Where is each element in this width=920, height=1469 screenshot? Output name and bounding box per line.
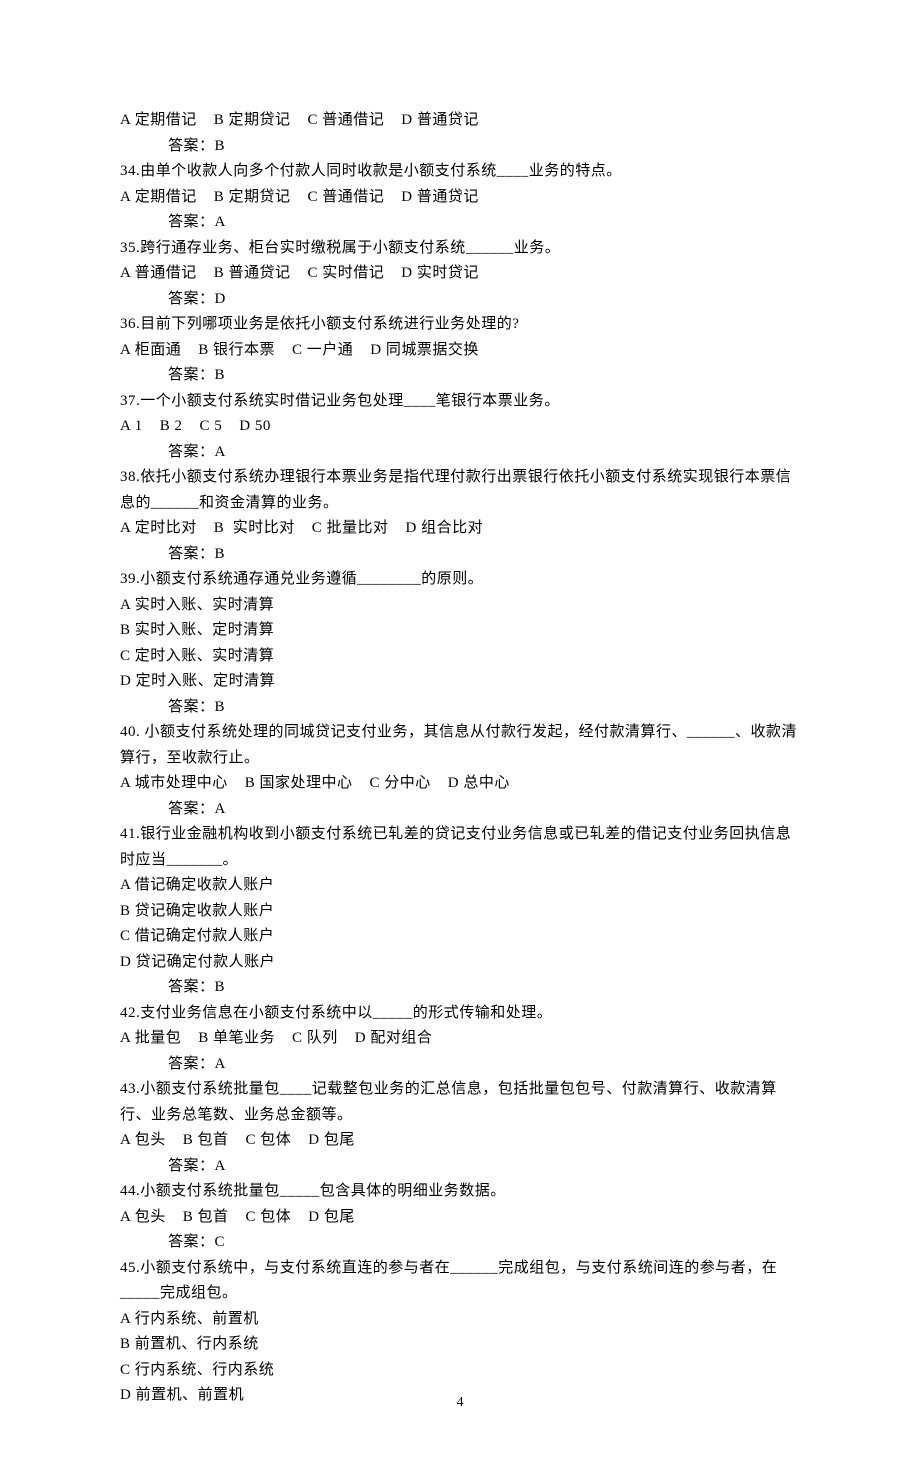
question-options: A 1 B 2 C 5 D 50: [120, 414, 800, 440]
question-text: 43.小额支付系统批量包____记载整包业务的汇总信息，包括批量包包号、付款清算…: [120, 1077, 800, 1128]
question-option: D 贷记确定付款人账户: [120, 950, 800, 976]
question-text: 40. 小额支付系统处理的同城贷记支付业务，其信息从付款行发起，经付款清算行、_…: [120, 720, 800, 771]
question-option: A 实时入账、实时清算: [120, 593, 800, 619]
question-text: 44.小额支付系统批量包_____包含具体的明细业务数据。: [120, 1179, 800, 1205]
document-page: A 定期借记 B 定期贷记 C 普通借记 D 普通贷记 答案：B 34.由单个收…: [0, 0, 920, 1469]
question-answer: 答案：A: [120, 210, 800, 236]
question-option: B 实时入账、定时清算: [120, 618, 800, 644]
question-option: D 定时入账、定时清算: [120, 669, 800, 695]
question-options: A 柜面通 B 银行本票 C 一户通 D 同城票据交换: [120, 338, 800, 364]
question-option: C 定时入账、实时清算: [120, 644, 800, 670]
question-answer: 答案：B: [120, 542, 800, 568]
question-options: A 包头 B 包首 C 包体 D 包尾: [120, 1128, 800, 1154]
question-options: A 普通借记 B 普通贷记 C 实时借记 D 实时贷记: [120, 261, 800, 287]
question-options: A 定期借记 B 定期贷记 C 普通借记 D 普通贷记: [120, 108, 800, 134]
question-option: A 行内系统、前置机: [120, 1307, 800, 1333]
question-text: 37.一个小额支付系统实时借记业务包处理____笔银行本票业务。: [120, 389, 800, 415]
question-option: C 行内系统、行内系统: [120, 1358, 800, 1384]
question-answer: 答案：A: [120, 1052, 800, 1078]
question-options: A 定时比对 B 实时比对 C 批量比对 D 组合比对: [120, 516, 800, 542]
question-text: 34.由单个收款人向多个付款人同时收款是小额支付系统____业务的特点。: [120, 159, 800, 185]
page-number: 4: [0, 1391, 920, 1415]
question-answer: 答案：A: [120, 1154, 800, 1180]
question-options: A 批量包 B 单笔业务 C 队列 D 配对组合: [120, 1026, 800, 1052]
question-text: 41.银行业金融机构收到小额支付系统已轧差的贷记支付业务信息或已轧差的借记支付业…: [120, 822, 800, 873]
question-text: 42.支付业务信息在小额支付系统中以_____的形式传输和处理。: [120, 1001, 800, 1027]
question-option: B 贷记确定收款人账户: [120, 899, 800, 925]
question-answer: 答案：D: [120, 287, 800, 313]
question-answer: 答案：A: [120, 797, 800, 823]
question-answer: 答案：A: [120, 440, 800, 466]
question-option: A 借记确定收款人账户: [120, 873, 800, 899]
question-text: 45.小额支付系统中，与支付系统直连的参与者在______完成组包，与支付系统间…: [120, 1256, 800, 1307]
question-answer: 答案：C: [120, 1230, 800, 1256]
question-options: A 包头 B 包首 C 包体 D 包尾: [120, 1205, 800, 1231]
question-answer: 答案：B: [120, 134, 800, 160]
question-answer: 答案：B: [120, 363, 800, 389]
question-options: A 定期借记 B 定期贷记 C 普通借记 D 普通贷记: [120, 185, 800, 211]
question-answer: 答案：B: [120, 975, 800, 1001]
question-options: A 城市处理中心 B 国家处理中心 C 分中心 D 总中心: [120, 771, 800, 797]
question-text: 38.依托小额支付系统办理银行本票业务是指代理付款行出票银行依托小额支付系统实现…: [120, 465, 800, 516]
question-text: 39.小额支付系统通存通兑业务遵循________的原则。: [120, 567, 800, 593]
question-text: 35.跨行通存业务、柜台实时缴税属于小额支付系统______业务。: [120, 236, 800, 262]
question-answer: 答案：B: [120, 695, 800, 721]
question-option: B 前置机、行内系统: [120, 1332, 800, 1358]
page-content: A 定期借记 B 定期贷记 C 普通借记 D 普通贷记 答案：B 34.由单个收…: [120, 108, 800, 1409]
question-option: C 借记确定付款人账户: [120, 924, 800, 950]
question-text: 36.目前下列哪项业务是依托小额支付系统进行业务处理的?: [120, 312, 800, 338]
